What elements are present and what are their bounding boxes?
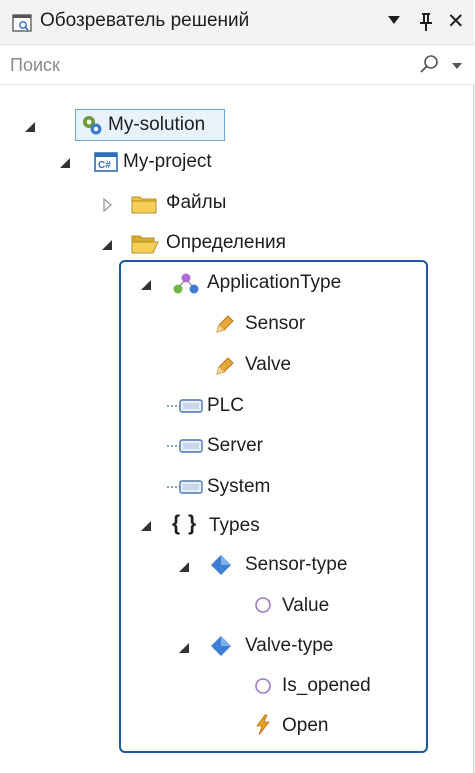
device-icon <box>167 399 203 413</box>
tag-icon <box>216 315 234 333</box>
expanded-arrow-icon[interactable] <box>24 120 38 134</box>
tree-node-label: ApplicationType <box>207 272 342 293</box>
search-input[interactable] <box>8 51 392 79</box>
search-bar <box>0 45 474 85</box>
solution-icon <box>83 116 102 135</box>
tree-node-label: Определения <box>166 232 286 253</box>
property-circle-icon <box>255 597 271 613</box>
tree-node-label: Sensor-type <box>245 554 348 575</box>
lightning-icon <box>256 714 270 736</box>
tag-icon <box>216 357 234 375</box>
device-icon <box>167 439 203 453</box>
tree-node-label: My-project <box>123 151 212 172</box>
tree-node-label: Value <box>282 595 330 616</box>
window-title: Обозреватель решений <box>40 10 250 31</box>
tree-node-label: Valve <box>245 354 292 375</box>
expanded-arrow-icon[interactable] <box>178 641 192 655</box>
search-icon[interactable] <box>418 54 440 76</box>
expanded-arrow-icon[interactable] <box>140 519 154 533</box>
tree-node-label: Types <box>209 515 260 536</box>
tree-node-label: Valve-type <box>245 635 334 656</box>
solution-explorer-icon <box>12 14 32 32</box>
tree-node-label: PLC <box>207 395 244 416</box>
solution-explorer-panel: Обозреватель решений ✕ Поиск My-solution… <box>0 0 474 773</box>
tree-empty-area[interactable] <box>0 745 474 773</box>
collapsed-arrow-icon[interactable] <box>101 198 115 212</box>
braces-icon: { } <box>172 512 198 535</box>
expanded-arrow-icon[interactable] <box>140 278 154 292</box>
window-menu-dropdown-icon[interactable] <box>388 16 400 24</box>
tree-node-label: Server <box>207 435 263 456</box>
expanded-arrow-icon[interactable] <box>101 238 115 252</box>
expanded-arrow-icon[interactable] <box>178 560 192 574</box>
close-icon[interactable]: ✕ <box>447 9 465 34</box>
tree-node-label: Is_opened <box>282 675 371 696</box>
folder-closed-icon <box>131 196 157 214</box>
folder-open-icon <box>131 235 159 254</box>
pin-icon[interactable] <box>418 11 434 33</box>
search-options-dropdown-icon[interactable] <box>452 63 462 69</box>
property-circle-icon <box>255 678 271 694</box>
tree-node-label: Open <box>282 715 329 736</box>
expanded-arrow-icon[interactable] <box>59 156 73 170</box>
tree-node-label: My-solution <box>108 114 206 135</box>
project-icon: C# <box>94 152 118 172</box>
title-bar: Обозреватель решений ✕ <box>0 0 474 45</box>
device-icon <box>167 480 203 494</box>
svg-text:C#: C# <box>98 160 111 171</box>
diamond-icon <box>211 636 231 656</box>
tree-node-label: Sensor <box>245 313 306 334</box>
application-type-icon <box>173 273 199 294</box>
diamond-icon <box>211 555 231 575</box>
tree-node-label: System <box>207 476 271 497</box>
tree-node-label: Файлы <box>166 192 227 213</box>
